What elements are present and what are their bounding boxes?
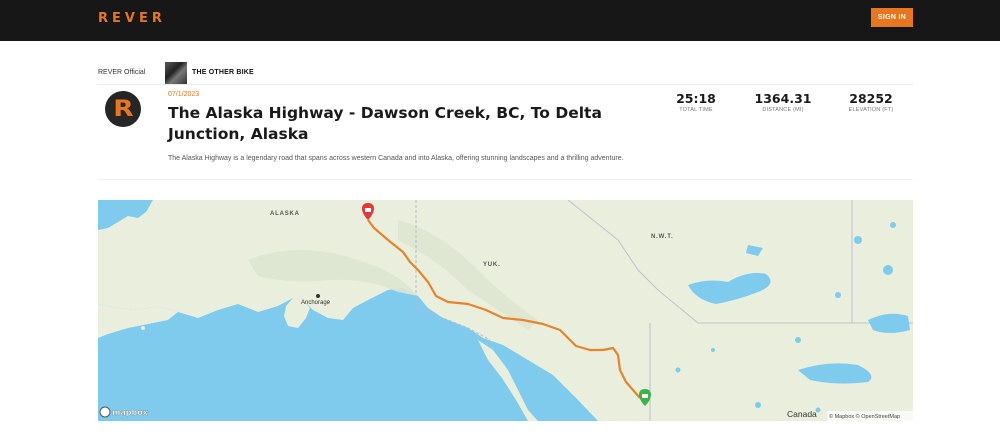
breadcrumb: REVER Official THE OTHER BIKE bbox=[98, 62, 913, 85]
rever-r-icon: R bbox=[112, 96, 134, 122]
mapbox-logo[interactable]: mapbox bbox=[99, 406, 149, 418]
lake bbox=[854, 236, 862, 244]
label-alaska: ALASKA bbox=[270, 211, 300, 217]
stat-value: 1364.31 bbox=[754, 91, 812, 106]
ride-header: R 07/1/2023 The Alaska Highway - Dawson … bbox=[98, 86, 913, 180]
label-anchorage: Anchorage bbox=[301, 300, 331, 306]
sign-in-button[interactable]: SIGN IN bbox=[871, 8, 913, 27]
rever-avatar[interactable]: R bbox=[105, 91, 141, 127]
lake bbox=[883, 265, 893, 275]
ride-description: The Alaska Highway is a legendary road t… bbox=[168, 155, 624, 162]
lake bbox=[795, 337, 801, 343]
lake bbox=[755, 402, 761, 408]
map-canvas[interactable]: ALASKA YUK. N.W.T. Anchorage Canada mapb… bbox=[98, 200, 913, 421]
bike-thumbnail[interactable] bbox=[165, 62, 187, 84]
route-map[interactable]: ALASKA YUK. N.W.T. Anchorage Canada mapb… bbox=[98, 200, 913, 421]
stat-value: 25:18 bbox=[676, 91, 716, 106]
lake bbox=[675, 367, 681, 373]
stat-label: DISTANCE (MI) bbox=[762, 107, 804, 113]
island bbox=[141, 326, 145, 330]
top-nav-bar: REVER SIGN IN bbox=[0, 0, 1000, 41]
ride-title: The Alaska Highway - Dawson Creek, BC, T… bbox=[168, 104, 602, 143]
breadcrumb-official-link[interactable]: REVER Official bbox=[98, 69, 145, 76]
stat-label: ELEVATION (FT) bbox=[848, 107, 894, 113]
stat-total-time: 25:18 TOTAL TIME bbox=[668, 91, 724, 113]
ride-date: 07/1/2023 bbox=[168, 91, 200, 98]
label-canada: Canada bbox=[787, 409, 817, 419]
label-yukon: YUK. bbox=[483, 262, 501, 268]
breadcrumb-bike-link[interactable]: THE OTHER BIKE bbox=[192, 69, 254, 76]
stat-value: 28252 bbox=[849, 91, 893, 106]
stat-distance: 1364.31 DISTANCE (MI) bbox=[750, 91, 816, 113]
lake bbox=[835, 292, 841, 298]
lake bbox=[890, 222, 896, 228]
label-nwt: N.W.T. bbox=[651, 234, 673, 240]
stat-label: TOTAL TIME bbox=[679, 107, 713, 113]
mapbox-logo-text: mapbox bbox=[112, 408, 149, 417]
anchorage-dot bbox=[316, 294, 320, 298]
map-attribution[interactable]: © Mapbox © OpenStreetMap bbox=[829, 413, 900, 420]
island bbox=[127, 320, 133, 326]
lake bbox=[711, 348, 715, 352]
stat-elevation: 28252 ELEVATION (FT) bbox=[838, 91, 904, 113]
rever-logo[interactable]: REVER bbox=[98, 11, 166, 26]
